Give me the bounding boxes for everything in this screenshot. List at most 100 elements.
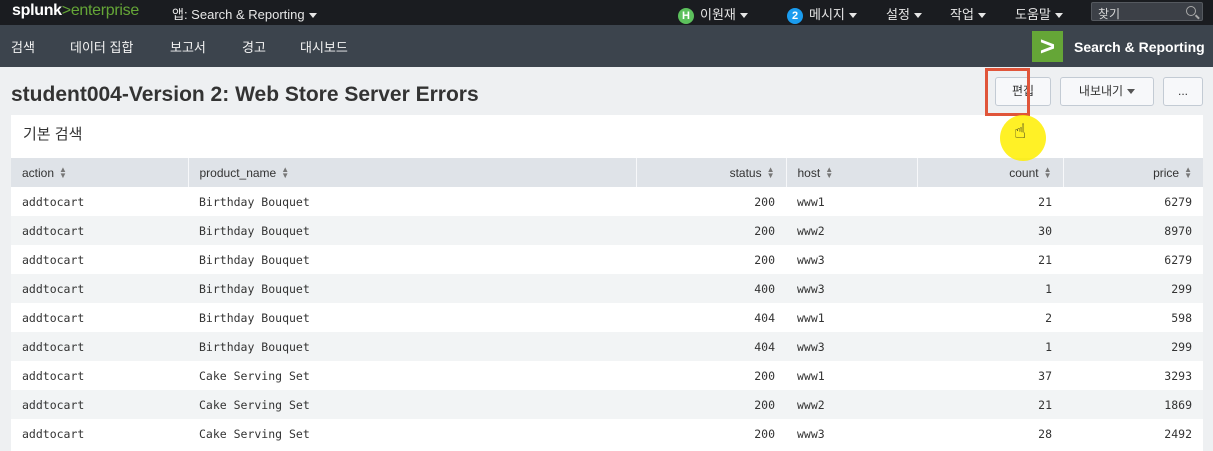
splunk-logo[interactable]: splunk>enterprise	[12, 2, 139, 20]
table-cell-count: 37	[917, 361, 1063, 390]
table-cell-price: 598	[1063, 303, 1203, 332]
table-cell-action: addtocart	[11, 216, 188, 245]
table-row[interactable]: addtocart Birthday Bouquet 200 www3 21 6279	[11, 245, 1203, 274]
table-cell-status: 200	[636, 245, 786, 274]
messages-count-badge: 2	[787, 7, 803, 24]
chevron-down-icon	[739, 13, 748, 19]
column-header-status[interactable]: status ▲ ▼	[635, 158, 786, 187]
user-menu[interactable]: H 이원재	[678, 4, 748, 24]
table-cell-status: 200	[636, 390, 786, 419]
table-cell-action: addtocart	[11, 390, 188, 419]
nav-item-dashboards[interactable]: 대시보드	[300, 37, 348, 56]
top-bar: splunk>enterprise 앱: Search & Reporting …	[0, 0, 1213, 25]
table-cell-host: www1	[786, 361, 917, 390]
table-cell-price: 8970	[1063, 216, 1203, 245]
table-row[interactable]: addtocart Birthday Bouquet 400 www3 1 299	[11, 274, 1203, 303]
table-cell-action: addtocart	[11, 274, 188, 303]
table-cell-status: 400	[636, 274, 786, 303]
table-cell-action: addtocart	[11, 187, 188, 216]
column-header-price[interactable]: price ▲ ▼	[1062, 158, 1203, 187]
sort-icon: ▲ ▼	[825, 165, 834, 181]
app-brand[interactable]: > Search & Reporting	[1032, 31, 1205, 62]
table-cell-price: 6279	[1063, 245, 1203, 274]
settings-menu[interactable]: 설정	[886, 4, 922, 23]
column-header-action[interactable]: action ▲ ▼	[11, 158, 188, 187]
table-cell-action: addtocart	[11, 361, 188, 390]
table-cell-status: 200	[636, 187, 786, 216]
table-row[interactable]: addtocart Birthday Bouquet 200 www1 21 6279	[11, 187, 1203, 216]
table-cell-product-name: Birthday Bouquet	[188, 303, 636, 332]
panel-title: 기본 검색	[23, 126, 83, 143]
table-row[interactable]: addtocart Cake Serving Set 200 www1 37 3293	[11, 361, 1203, 390]
table-cell-product-name: Birthday Bouquet	[188, 245, 636, 274]
nav-item-search[interactable]: 검색	[11, 37, 35, 56]
chevron-down-icon	[1127, 89, 1136, 95]
table-cell-product-name: Birthday Bouquet	[188, 187, 636, 216]
column-header-product-name[interactable]: product_name ▲ ▼	[187, 158, 636, 187]
chevron-down-icon	[913, 13, 922, 19]
edit-button-highlight	[985, 68, 1030, 116]
app-logo-icon: >	[1032, 31, 1063, 62]
table-cell-status: 404	[636, 303, 786, 332]
table-cell-price: 3293	[1063, 361, 1203, 390]
nav-item-reports[interactable]: 보고서	[170, 37, 206, 56]
table-cell-status: 404	[636, 332, 786, 361]
table-cell-count: 21	[917, 245, 1063, 274]
activity-menu[interactable]: 작업	[950, 4, 986, 23]
table-cell-host: www1	[786, 187, 917, 216]
chevron-down-icon	[848, 13, 857, 19]
table-cell-count: 21	[917, 187, 1063, 216]
table-cell-product-name: Cake Serving Set	[188, 361, 636, 390]
table-cell-count: 1	[917, 332, 1063, 361]
find-input[interactable]: 찾기	[1091, 2, 1203, 21]
table-cell-product-name: Birthday Bouquet	[188, 332, 636, 361]
table-cell-product-name: Birthday Bouquet	[188, 274, 636, 303]
table-cell-host: www1	[786, 303, 917, 332]
table-row[interactable]: addtocart Cake Serving Set 200 www3 28 2492	[11, 419, 1203, 448]
table-row[interactable]: addtocart Cake Serving Set 200 www2 21 1869	[11, 390, 1203, 419]
table-cell-count: 30	[917, 216, 1063, 245]
nav-item-alerts[interactable]: 경고	[242, 37, 266, 56]
table-row[interactable]: addtocart Birthday Bouquet 200 www2 30 8970	[11, 216, 1203, 245]
more-button[interactable]: ...	[1163, 77, 1203, 106]
app-brand-label: Search & Reporting	[1074, 38, 1205, 55]
table-header-row: action ▲ ▼ product_name ▲ ▼ status ▲ ▼ host ▲ ▼ …	[11, 158, 1203, 187]
table-cell-price: 299	[1063, 274, 1203, 303]
table-cell-action: addtocart	[11, 245, 188, 274]
sort-icon: ▲ ▼	[766, 165, 775, 181]
table-cell-count: 2	[917, 303, 1063, 332]
table-cell-status: 200	[636, 419, 786, 448]
results-table: action ▲ ▼ product_name ▲ ▼ status ▲ ▼ host ▲ ▼ …	[11, 158, 1203, 448]
table-cell-status: 200	[636, 216, 786, 245]
table-cell-count: 28	[917, 419, 1063, 448]
table-row[interactable]: addtocart Birthday Bouquet 404 www3 1 299	[11, 332, 1203, 361]
table-cell-product-name: Cake Serving Set	[188, 419, 636, 448]
table-cell-host: www3	[786, 245, 917, 274]
hand-pointer-icon: ☝	[1014, 121, 1027, 143]
sort-icon: ▲ ▼	[1043, 165, 1052, 181]
table-cell-action: addtocart	[11, 303, 188, 332]
help-menu[interactable]: 도움말	[1015, 4, 1063, 23]
sort-icon: ▲ ▼	[1184, 165, 1192, 181]
table-row[interactable]: addtocart Birthday Bouquet 404 www1 2 598	[11, 303, 1203, 332]
table-cell-product-name: Birthday Bouquet	[188, 216, 636, 245]
export-button[interactable]: 내보내기	[1060, 77, 1154, 106]
table-cell-action: addtocart	[11, 419, 188, 448]
messages-menu[interactable]: 2 메시지	[787, 4, 857, 24]
column-header-count[interactable]: count ▲ ▼	[916, 158, 1063, 187]
app-menu[interactable]: 앱: Search & Reporting	[172, 4, 317, 23]
table-cell-host: www2	[786, 216, 917, 245]
table-cell-price: 299	[1063, 332, 1203, 361]
table-cell-product-name: Cake Serving Set	[188, 390, 636, 419]
table-cell-host: www2	[786, 390, 917, 419]
table-cell-host: www3	[786, 419, 917, 448]
table-cell-price: 2492	[1063, 419, 1203, 448]
table-cell-host: www3	[786, 274, 917, 303]
nav-item-datasets[interactable]: 데이터 집합	[70, 37, 133, 56]
column-header-host[interactable]: host ▲ ▼	[785, 158, 917, 187]
table-cell-count: 1	[917, 274, 1063, 303]
chevron-down-icon	[1054, 13, 1063, 19]
search-icon	[1186, 6, 1196, 16]
table-cell-host: www3	[786, 332, 917, 361]
page-title: student004-Version 2: Web Store Server E…	[11, 83, 479, 106]
